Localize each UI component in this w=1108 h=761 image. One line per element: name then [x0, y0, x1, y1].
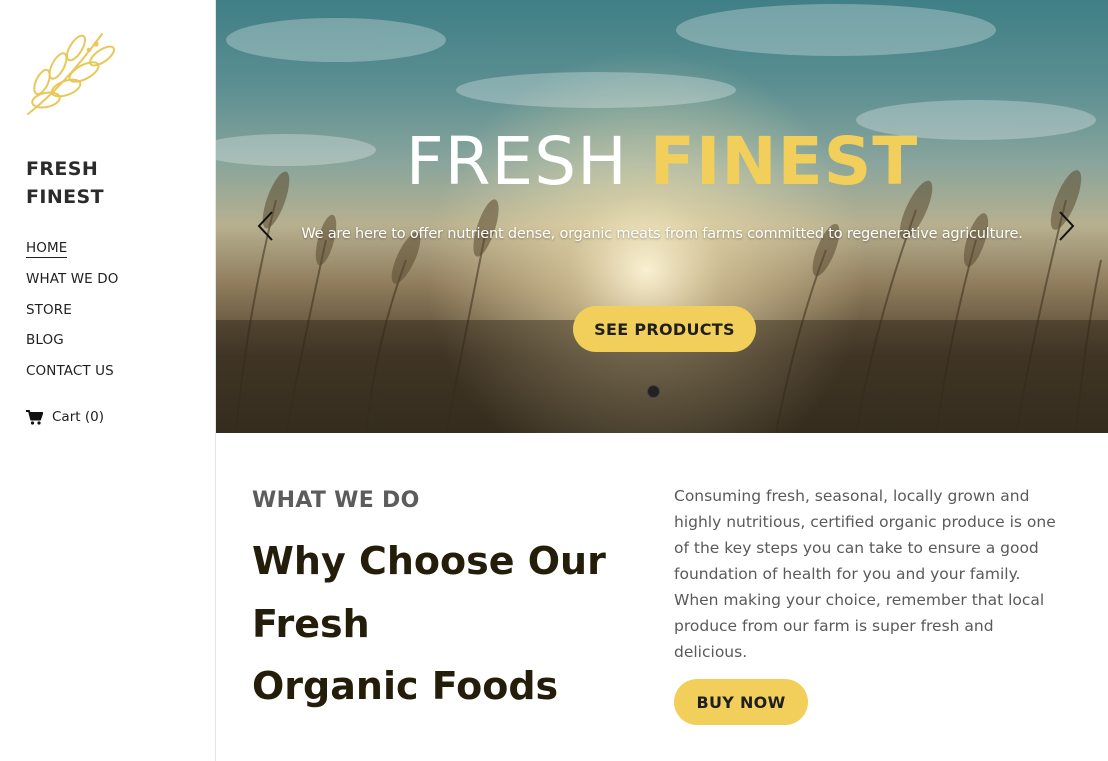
description-line: of the key steps you can take to ensure … — [674, 539, 1039, 557]
slider-dot[interactable] — [647, 385, 660, 398]
headline-line-2: Fresh — [252, 601, 370, 646]
hero-title: FRESH FINEST — [216, 122, 1108, 202]
buy-now-button[interactable]: BUY NOW — [674, 679, 808, 725]
section-headline: Why Choose Our Fresh Organic Foods — [252, 530, 652, 718]
description-line: delicious. — [674, 643, 748, 661]
headline-line-3: Organic Foods — [252, 664, 559, 708]
nav-item-home[interactable]: HOME — [26, 240, 68, 258]
chevron-left-icon[interactable] — [254, 210, 278, 242]
headline-line-1: Why Choose Our — [252, 539, 606, 583]
nav-item-what-we-do[interactable]: WHAT WE DO — [26, 271, 118, 287]
brand-name[interactable]: FRESH FINEST — [26, 155, 196, 211]
wheat-logo-icon[interactable] — [24, 26, 120, 118]
brand-line-1: FRESH — [26, 158, 99, 180]
shopping-cart-icon — [26, 409, 43, 425]
main-nav: HOME WHAT WE DO STORE BLOG CONTACT US — [26, 237, 118, 391]
hero-subtitle: We are here to offer nutrient dense, org… — [301, 226, 1023, 242]
description-line: produce from our farm is super fresh and — [674, 617, 994, 635]
sidebar: FRESH FINEST HOME WHAT WE DO STORE BLOG … — [0, 0, 216, 761]
cart-label: Cart (0) — [52, 409, 104, 425]
hero-slider: FRESH FINEST We are here to offer nutrie… — [216, 0, 1108, 433]
hero-title-word-1: FRESH — [405, 123, 628, 200]
hero-title-word-2: FINEST — [649, 123, 919, 200]
brand-line-2: FINEST — [26, 186, 104, 208]
nav-item-store[interactable]: STORE — [26, 302, 72, 318]
description-line: When making your choice, remember that l… — [674, 591, 1045, 609]
section-eyebrow: WHAT WE DO — [252, 488, 420, 513]
chevron-right-icon[interactable] — [1054, 210, 1078, 242]
description-line: Consuming fresh, seasonal, locally grown… — [674, 487, 1030, 505]
section-description: Consuming fresh, seasonal, locally grown… — [674, 483, 1074, 665]
hero-background-image — [216, 0, 1108, 433]
description-line: highly nutritious, certified organic pro… — [674, 513, 1056, 531]
nav-item-contact-us[interactable]: CONTACT US — [26, 363, 114, 379]
nav-item-blog[interactable]: BLOG — [26, 332, 64, 348]
see-products-button[interactable]: SEE PRODUCTS — [573, 306, 756, 352]
description-line: foundation of health for you and your fa… — [674, 565, 1021, 583]
cart-link[interactable]: Cart (0) — [26, 409, 104, 425]
